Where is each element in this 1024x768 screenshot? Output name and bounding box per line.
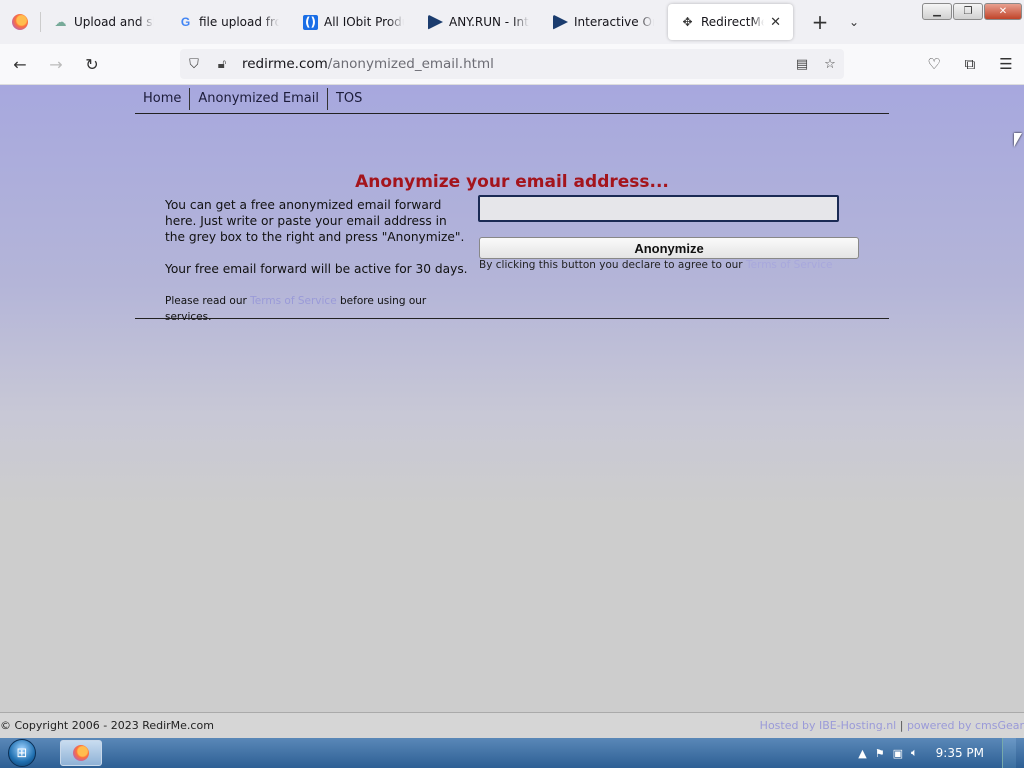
tab-label: ANY.RUN - Inte bbox=[449, 15, 529, 29]
anyrun-icon bbox=[553, 14, 568, 30]
reload-button[interactable]: ↻ bbox=[76, 48, 108, 80]
url-domain: redirme.com bbox=[242, 56, 328, 72]
network-icon[interactable]: ▣ bbox=[893, 747, 903, 760]
navigation-toolbar: ← → ↻ ⛉ 🔓︎ redirme.com/anonymized_email.… bbox=[0, 44, 1024, 85]
show-desktop-button[interactable] bbox=[1002, 738, 1016, 768]
tab-label: Upload and sha bbox=[74, 15, 154, 29]
instructions: You can get a free anonymized email forw… bbox=[165, 197, 470, 341]
copyright-text: © Copyright 2006 - 2023 RedirMe.com bbox=[0, 719, 214, 732]
anonymize-button[interactable]: Anonymize bbox=[479, 237, 859, 259]
windows-logo-icon: ⊞ bbox=[8, 739, 36, 767]
declare-prefix: By clicking this button you declare to a… bbox=[479, 259, 746, 271]
window-controls: ▁ ❐ ✕ bbox=[922, 3, 1022, 20]
read-prefix: Please read our bbox=[165, 295, 251, 307]
new-tab-button[interactable]: + bbox=[803, 5, 837, 39]
mouse-cursor bbox=[1014, 133, 1022, 147]
site-nav: Home Anonymized Email TOS bbox=[135, 85, 889, 114]
restore-button[interactable]: ❐ bbox=[953, 3, 983, 20]
tracking-protection-icon[interactable]: ⛉ bbox=[180, 57, 208, 72]
read-tos-text: Please read our Terms of Service before … bbox=[165, 293, 470, 325]
tab-label: RedirectMe - bbox=[701, 15, 765, 29]
anyrun-icon bbox=[428, 14, 443, 30]
tos-link[interactable]: Terms of Service bbox=[250, 295, 337, 307]
firefox-icon bbox=[12, 14, 28, 30]
intro-text: You can get a free anonymized email forw… bbox=[165, 198, 465, 244]
url-bar[interactable]: ⛉ 🔓︎ redirme.com/anonymized_email.html ▤… bbox=[180, 49, 844, 79]
back-button[interactable]: ← bbox=[4, 48, 36, 80]
nav-tos[interactable]: TOS bbox=[328, 88, 370, 110]
cloud-icon: ☁ bbox=[54, 15, 67, 29]
powered-link[interactable]: powered by cmsGear bbox=[907, 719, 1024, 732]
tab-redirectme[interactable]: ✥ RedirectMe - ✕ bbox=[668, 4, 793, 40]
tab-strip: ☁ Upload and sha Gfile upload from () All … bbox=[0, 0, 1024, 44]
url-path: /anonymized_email.html bbox=[327, 56, 494, 72]
volume-icon[interactable]: 🔈︎ bbox=[911, 746, 918, 760]
tab-label: Interactive Onli bbox=[574, 15, 654, 29]
tray-expand-icon[interactable]: ▲ bbox=[858, 747, 866, 760]
site-footer: © Copyright 2006 - 2023 RedirMe.com Host… bbox=[0, 712, 1024, 738]
nav-home[interactable]: Home bbox=[135, 88, 191, 110]
tab-label: file upload from bbox=[199, 15, 279, 29]
tab-google[interactable]: Gfile upload from bbox=[166, 0, 291, 44]
start-button[interactable]: ⊞ bbox=[0, 738, 44, 768]
minimize-button[interactable]: ▁ bbox=[922, 3, 952, 20]
system-tray: ▲ ⚑ ▣ 🔈︎ 9:35 PM bbox=[858, 738, 1024, 768]
clock[interactable]: 9:35 PM bbox=[936, 746, 984, 760]
list-tabs-button[interactable]: ⌄ bbox=[837, 5, 871, 39]
firefox-menu-button[interactable] bbox=[0, 0, 40, 44]
tab-upload[interactable]: ☁ Upload and sha bbox=[41, 0, 166, 44]
url-text[interactable]: redirme.com/anonymized_email.html bbox=[242, 56, 494, 72]
reader-view-icon[interactable]: ▤ bbox=[788, 57, 816, 72]
hamburger-menu-icon[interactable]: ☰ bbox=[988, 48, 1024, 80]
iobit-icon: () bbox=[303, 14, 318, 30]
email-input[interactable] bbox=[478, 195, 839, 222]
tab-iobit[interactable]: () All IObit Produc bbox=[291, 0, 416, 44]
insecure-lock-icon[interactable]: 🔓︎ bbox=[208, 57, 236, 72]
tab-anyrun[interactable]: ANY.RUN - Inte bbox=[416, 0, 541, 44]
footer-links: Hosted by IBE-Hosting.nl | powered by cm… bbox=[759, 719, 1024, 732]
taskbar-firefox-button[interactable] bbox=[60, 740, 102, 766]
close-window-button[interactable]: ✕ bbox=[984, 3, 1022, 20]
declare-text: By clicking this button you declare to a… bbox=[479, 259, 833, 271]
firefox-icon bbox=[73, 745, 89, 761]
bookmark-star-icon[interactable]: ☆ bbox=[816, 57, 844, 72]
close-tab-icon[interactable]: ✕ bbox=[770, 15, 781, 30]
taskbar: ⊞ ▲ ⚑ ▣ 🔈︎ 9:35 PM bbox=[0, 738, 1024, 768]
tab-label: All IObit Produc bbox=[324, 15, 404, 29]
forward-button[interactable]: → bbox=[40, 48, 72, 80]
page-title: Anonymize your email address... bbox=[355, 172, 669, 192]
nav-anonymized-email[interactable]: Anonymized Email bbox=[190, 88, 328, 110]
page-content: Home Anonymized Email TOS Anonymize your… bbox=[0, 85, 1024, 712]
google-icon: G bbox=[180, 15, 191, 29]
declare-tos-link[interactable]: Terms of Service bbox=[746, 259, 833, 271]
extensions-icon[interactable]: ⧉ bbox=[952, 48, 988, 80]
move-icon: ✥ bbox=[682, 15, 693, 29]
active-days-text: Your free email forward will be active f… bbox=[165, 262, 468, 276]
action-center-icon[interactable]: ⚑ bbox=[875, 747, 885, 760]
tab-interactive[interactable]: Interactive Onli bbox=[541, 0, 666, 44]
pocket-icon[interactable]: ♡ bbox=[916, 48, 952, 80]
hosted-link[interactable]: Hosted by IBE-Hosting.nl bbox=[760, 719, 897, 732]
divider bbox=[135, 318, 889, 319]
